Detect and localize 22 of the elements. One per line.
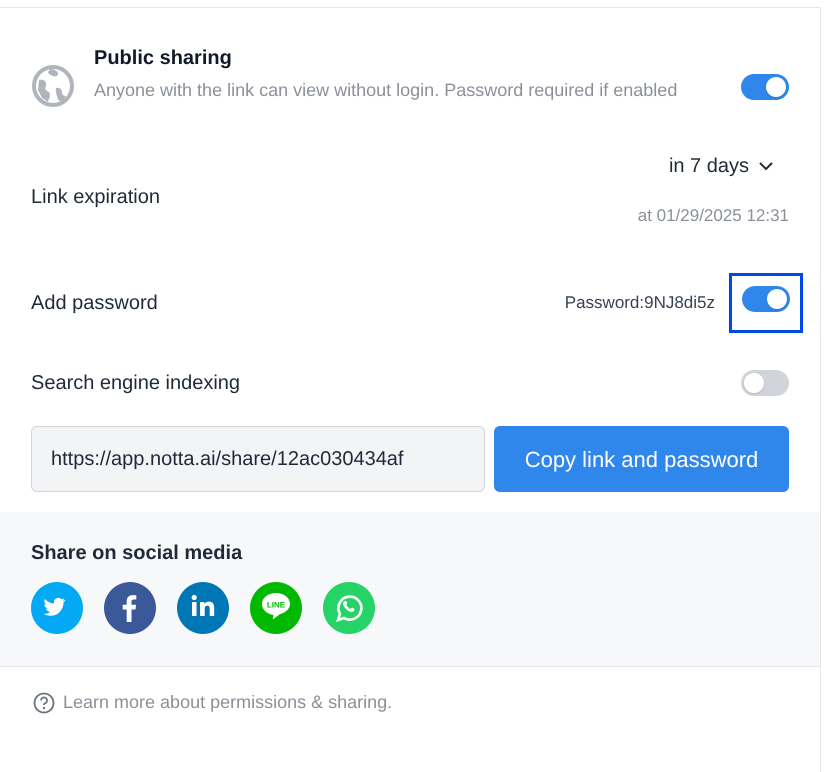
facebook-icon[interactable] [104,582,156,634]
linkedin-icon[interactable] [177,582,229,634]
setting-label: Search engine indexing [31,371,240,396]
chat-bubble-icon[interactable]: LINE [250,582,302,634]
toggle-switch[interactable] [742,286,790,312]
expiration-dropdown[interactable]: in 7 days [668,151,789,181]
link-field[interactable]: https://app.notta.ai/share/12ac030434af [31,426,485,492]
setting-label: Add password [31,291,158,316]
expiration-date: at 01/29/2025 12:31 [638,205,789,227]
password-text: Password:9NJ8di5z [564,292,715,314]
twitter-icon[interactable] [31,582,83,634]
chevron-down-icon [759,162,773,170]
copy-link-button[interactable]: Copy link and password [494,426,789,492]
globe-icon [31,64,75,108]
help-icon [33,692,55,714]
setting-label: Link expiration [31,185,160,210]
help-link[interactable]: Learn more about permissions & sharing. [63,689,392,716]
toggle-switch[interactable] [741,74,789,100]
section-title: Share on social media [31,541,244,566]
toggle-switch[interactable] [741,370,789,396]
section-title: Public sharing [94,46,233,71]
section-description: Anyone with the link can view without login. Password required if enabled [94,79,678,102]
